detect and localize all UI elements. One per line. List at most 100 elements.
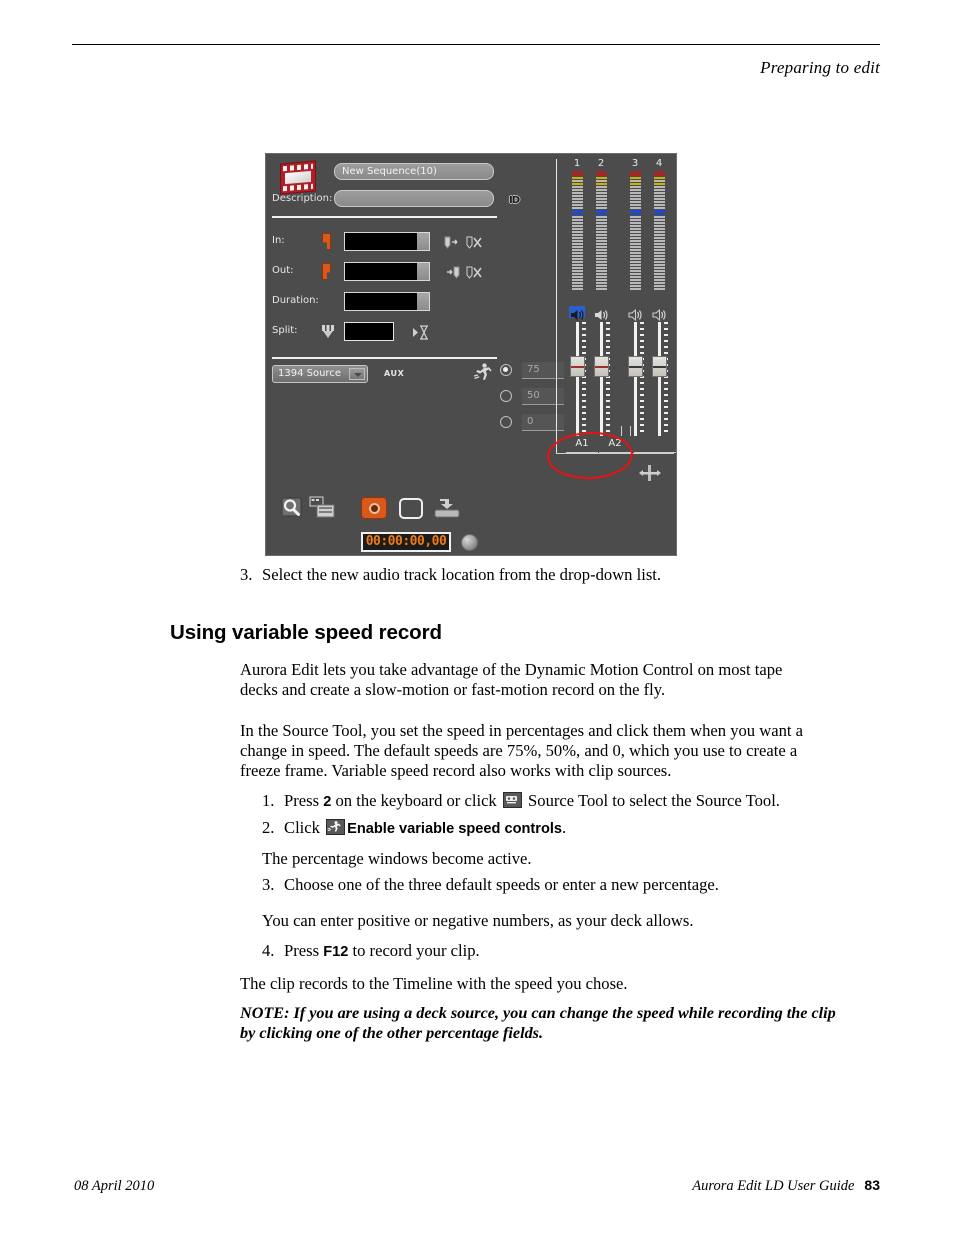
step2-post: . bbox=[562, 818, 567, 837]
list-number: 2. bbox=[262, 818, 275, 837]
list-item-step-1: 1. Press 2 on the keyboard or click Sour… bbox=[262, 791, 902, 812]
source-dropdown-value: 1394 Source bbox=[278, 368, 341, 379]
clear-in-icon[interactable] bbox=[466, 236, 483, 253]
fader-ticks-1 bbox=[582, 322, 586, 437]
step4-post: to record your clip. bbox=[348, 941, 480, 960]
mark-in-icon[interactable] bbox=[322, 233, 331, 250]
page-number: 83 bbox=[864, 1177, 880, 1193]
split-hourglass-icon[interactable] bbox=[412, 325, 430, 343]
footer-guide-label: Aurora Edit LD User Guide bbox=[692, 1178, 855, 1194]
sequence-name-input[interactable]: New Sequence(10) bbox=[334, 163, 494, 180]
step2-bold: Enable variable speed controls bbox=[347, 821, 563, 837]
speaker-toggle-2[interactable] bbox=[593, 306, 609, 320]
step4-pre: Press bbox=[284, 941, 324, 960]
divider-top bbox=[272, 216, 497, 218]
in-row: In: bbox=[272, 232, 532, 253]
list-number: 1. bbox=[262, 791, 275, 810]
fader-knob-2[interactable] bbox=[594, 356, 609, 377]
out-row: Out: bbox=[272, 262, 532, 283]
audio-meters-panel: 1 2 3 4 A1 A2 bbox=[556, 154, 676, 555]
list-item-step-2: 2. Click Enable variable speed controls. bbox=[262, 818, 902, 839]
out-timecode-input[interactable] bbox=[344, 262, 417, 281]
meter-label-2: 2 bbox=[597, 158, 605, 169]
list-item-step-4: 4. Press F12 to record your clip. bbox=[262, 941, 902, 962]
film-strip-icon bbox=[280, 160, 316, 195]
fader-knob-3[interactable] bbox=[628, 356, 643, 377]
meter-label-4: 4 bbox=[655, 158, 663, 169]
stop-button[interactable] bbox=[399, 498, 423, 519]
divider-bottom bbox=[272, 357, 497, 359]
duration-timecode-input[interactable] bbox=[344, 292, 417, 311]
speaker-toggle-4[interactable] bbox=[651, 306, 667, 322]
import-clip-icon[interactable] bbox=[309, 496, 335, 520]
list-number: 3. bbox=[240, 565, 253, 584]
list-text: Press 2 on the keyboard or click Source … bbox=[284, 791, 902, 812]
clear-out-icon[interactable] bbox=[466, 266, 483, 283]
chevron-down-icon[interactable] bbox=[349, 368, 365, 380]
list-item-step-3: 3. Choose one of the three default speed… bbox=[262, 875, 902, 895]
audio-meter-4 bbox=[654, 171, 665, 304]
speed-radio-50[interactable] bbox=[500, 390, 512, 402]
split-input[interactable] bbox=[344, 322, 394, 341]
fader-track-4 bbox=[658, 322, 661, 437]
track-box-3[interactable] bbox=[634, 436, 666, 453]
source-dropdown[interactable]: 1394 Source bbox=[272, 365, 368, 383]
fader-track-1 bbox=[576, 322, 579, 437]
track-box-4[interactable] bbox=[664, 436, 676, 453]
list-text: Choose one of the three default speeds o… bbox=[284, 875, 719, 894]
description-label: Description: bbox=[272, 193, 333, 204]
speaker-toggle-1[interactable] bbox=[569, 306, 585, 320]
step1-mid: on the keyboard or click bbox=[331, 791, 501, 810]
list-number: 3. bbox=[262, 875, 275, 894]
speed-radio-75[interactable] bbox=[500, 364, 512, 376]
variable-speed-icon bbox=[326, 819, 346, 835]
fader-ticks-3 bbox=[640, 322, 644, 437]
page-heading: Using variable speed record bbox=[170, 621, 442, 644]
out-label: Out: bbox=[272, 265, 294, 276]
note-paragraph: NOTE: If you are using a deck source, yo… bbox=[240, 1004, 836, 1043]
in-spinner[interactable] bbox=[417, 232, 430, 251]
step1-pre: Press bbox=[284, 791, 324, 810]
audio-meter-3 bbox=[630, 171, 641, 304]
footer-date: 08 April 2010 bbox=[74, 1178, 155, 1194]
fader-knob-4[interactable] bbox=[652, 356, 667, 377]
timecode-display: 00:00:00,00 bbox=[361, 532, 451, 552]
step4-key: F12 bbox=[323, 944, 349, 960]
step1-post: Source Tool to select the Source Tool. bbox=[523, 791, 780, 810]
paragraph-1: Aurora Edit lets you take advantage of t… bbox=[240, 660, 783, 700]
variable-speed-icon[interactable] bbox=[473, 362, 493, 382]
duration-spinner[interactable] bbox=[417, 292, 430, 311]
meter-label-1: 1 bbox=[573, 158, 581, 169]
split-icon[interactable] bbox=[320, 324, 336, 343]
speaker-toggle-3[interactable] bbox=[627, 306, 643, 322]
list-text: Press F12 to record your clip. bbox=[284, 941, 902, 962]
fader-ticks-4 bbox=[664, 322, 668, 437]
closing-paragraph: The clip records to the Timeline with th… bbox=[240, 974, 628, 993]
aurora-edit-source-tool-screenshot: New Sequence(10) Description: ID In: Out… bbox=[265, 153, 677, 556]
speed-radio-0[interactable] bbox=[500, 416, 512, 428]
list-item-step3-above: 3. Select the new audio track location f… bbox=[240, 565, 900, 585]
goto-out-icon[interactable] bbox=[444, 266, 460, 283]
send-to-icon[interactable] bbox=[433, 497, 460, 521]
resize-grip-icon[interactable] bbox=[639, 464, 661, 482]
in-timecode-input[interactable] bbox=[344, 232, 417, 251]
substep-text-1: The percentage windows become active. bbox=[262, 849, 532, 868]
description-input[interactable] bbox=[334, 190, 494, 207]
search-icon[interactable] bbox=[280, 496, 306, 520]
duration-label: Duration: bbox=[272, 295, 319, 306]
audio-meter-1 bbox=[572, 171, 583, 304]
fader-track-3 bbox=[634, 322, 637, 437]
goto-in-icon[interactable] bbox=[444, 236, 460, 253]
mark-out-icon[interactable] bbox=[322, 263, 331, 280]
fader-knob-1[interactable] bbox=[570, 356, 585, 377]
id-badge[interactable]: ID bbox=[509, 195, 520, 206]
footer-guide-title: Aurora Edit LD User Guide 83 bbox=[692, 1177, 880, 1195]
out-spinner[interactable] bbox=[417, 262, 430, 281]
aux-label: AUX bbox=[384, 369, 405, 378]
record-button[interactable] bbox=[361, 497, 387, 519]
step2-pre: Click bbox=[284, 818, 325, 837]
substep-text-2: You can enter positive or negative numbe… bbox=[262, 911, 694, 930]
source-tool-icon bbox=[502, 792, 522, 808]
globe-icon[interactable] bbox=[461, 534, 478, 551]
split-row: Split: bbox=[272, 322, 532, 343]
